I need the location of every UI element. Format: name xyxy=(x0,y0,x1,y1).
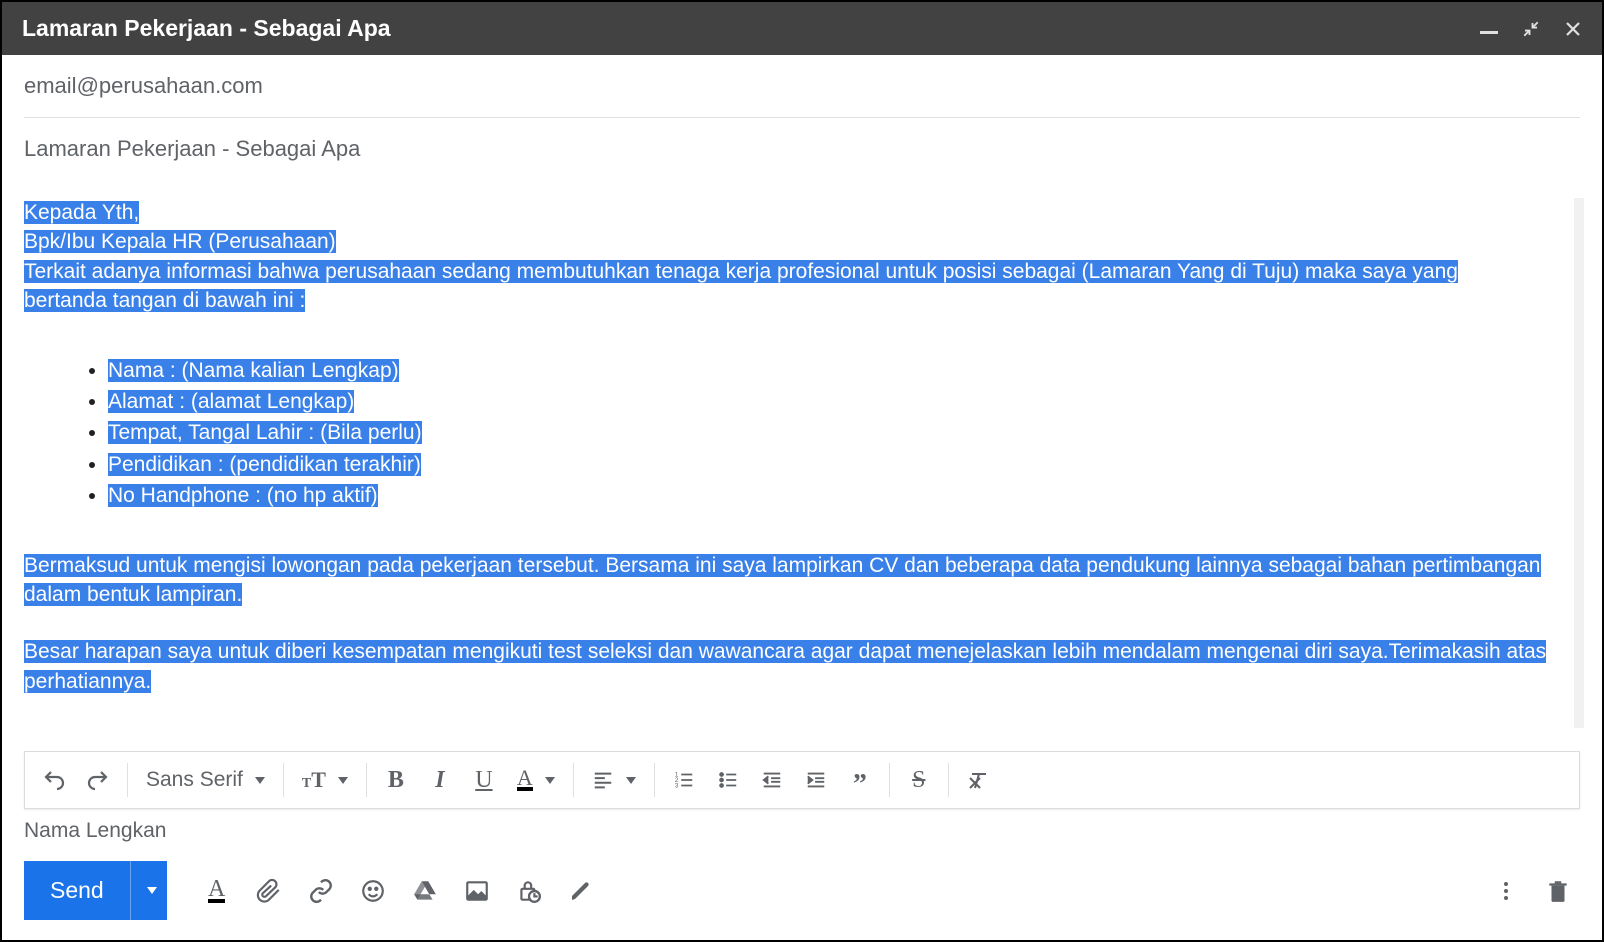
paperclip-icon xyxy=(256,878,282,904)
indent-more-icon xyxy=(805,769,827,791)
list-item: Tempat, Tangal Lahir : (Bila perlu) xyxy=(108,418,1572,447)
body-text: Bpk/Ibu Kepala HR (Perusahaan) xyxy=(24,230,336,253)
divider xyxy=(283,763,284,797)
bold-icon: B xyxy=(388,767,404,794)
window-titlebar: Lamaran Pekerjaan - Sebagai Apa xyxy=(2,2,1602,55)
formatting-toolbar: Sans Serif TT B I U A 123 xyxy=(24,751,1580,809)
font-size-icon: TT xyxy=(302,767,326,793)
divider xyxy=(948,763,949,797)
drive-icon xyxy=(412,878,438,904)
clipped-body-text: Nama Lengkan xyxy=(2,819,1602,847)
strike-icon: S xyxy=(912,767,925,794)
divider xyxy=(654,763,655,797)
insert-signature-button[interactable] xyxy=(559,869,603,913)
to-field[interactable]: email@perusahaan.com xyxy=(24,55,1580,118)
window-title: Lamaran Pekerjaan - Sebagai Apa xyxy=(22,15,391,42)
chevron-down-icon xyxy=(255,777,265,784)
lock-clock-icon xyxy=(516,878,542,904)
send-group: Send xyxy=(24,861,167,920)
pen-icon xyxy=(569,879,593,903)
divider xyxy=(127,763,128,797)
bold-button[interactable]: B xyxy=(375,759,417,801)
undo-icon xyxy=(42,768,66,792)
scrollbar[interactable] xyxy=(1574,198,1584,728)
clear-format-icon xyxy=(966,768,990,792)
redo-button[interactable] xyxy=(77,759,119,801)
indent-less-button[interactable] xyxy=(751,759,793,801)
bottom-toolbar: Send A xyxy=(2,847,1602,940)
ol-icon: 123 xyxy=(673,769,695,791)
list-item: Nama : (Nama kalian Lengkap) xyxy=(108,356,1572,385)
undo-button[interactable] xyxy=(33,759,75,801)
italic-button[interactable]: I xyxy=(419,759,461,801)
body-text: Besar harapan saya untuk diberi kesempat… xyxy=(24,640,1546,692)
compose-window: Lamaran Pekerjaan - Sebagai Apa email@pe… xyxy=(0,0,1604,942)
body-text: bertanda tangan di bawah ini : xyxy=(24,289,305,312)
bulleted-list-button[interactable] xyxy=(707,759,749,801)
kebab-icon xyxy=(1494,879,1518,903)
font-family-select[interactable]: Sans Serif xyxy=(136,759,275,801)
quote-icon: ” xyxy=(853,780,867,790)
trash-icon xyxy=(1545,878,1571,904)
send-button[interactable]: Send xyxy=(24,861,130,920)
image-icon xyxy=(464,878,490,904)
insert-photo-button[interactable] xyxy=(455,869,499,913)
divider xyxy=(366,763,367,797)
text-color-icon: A xyxy=(517,769,533,791)
formatting-options-button[interactable]: A xyxy=(195,869,239,913)
text-format-icon: A xyxy=(208,879,225,903)
chevron-down-icon xyxy=(338,777,348,784)
redo-icon xyxy=(86,768,110,792)
confidential-mode-button[interactable] xyxy=(507,869,551,913)
indent-more-button[interactable] xyxy=(795,759,837,801)
close-icon xyxy=(1564,20,1582,38)
attach-file-button[interactable] xyxy=(247,869,291,913)
send-options-button[interactable] xyxy=(130,861,167,920)
list-item: Pendidikan : (pendidikan terakhir) xyxy=(108,450,1572,479)
body-list: Nama : (Nama kalian Lengkap) Alamat : (a… xyxy=(108,356,1572,511)
numbered-list-button[interactable]: 123 xyxy=(663,759,705,801)
insert-emoji-button[interactable] xyxy=(351,869,395,913)
emoji-icon xyxy=(360,878,386,904)
collapse-icon xyxy=(1522,20,1540,38)
minimize-icon xyxy=(1480,31,1498,34)
underline-icon: U xyxy=(475,767,492,794)
body-text: Bermaksud untuk mengisi lowongan pada pe… xyxy=(24,554,1541,606)
indent-less-icon xyxy=(761,769,783,791)
divider xyxy=(573,763,574,797)
body-text: Terkait adanya informasi bahwa perusahaa… xyxy=(24,260,1458,283)
ul-icon xyxy=(717,769,739,791)
minimize-button[interactable] xyxy=(1480,17,1498,40)
font-size-button[interactable]: TT xyxy=(292,759,358,801)
svg-text:3: 3 xyxy=(675,782,679,789)
header-fields: email@perusahaan.com Lamaran Pekerjaan -… xyxy=(2,55,1602,180)
underline-button[interactable]: U xyxy=(463,759,505,801)
font-family-label: Sans Serif xyxy=(146,768,243,792)
body-content[interactable]: Kepada Yth, Bpk/Ibu Kepala HR (Perusahaa… xyxy=(24,198,1572,751)
close-button[interactable] xyxy=(1564,20,1582,38)
chevron-down-icon xyxy=(626,777,636,784)
list-item: Alamat : (alamat Lengkap) xyxy=(108,387,1572,416)
divider xyxy=(889,763,890,797)
window-controls xyxy=(1480,17,1582,40)
discard-draft-button[interactable] xyxy=(1536,869,1580,913)
remove-formatting-button[interactable] xyxy=(957,759,999,801)
chevron-down-icon xyxy=(545,777,555,784)
link-icon xyxy=(308,878,334,904)
more-options-button[interactable] xyxy=(1484,869,1528,913)
text-color-button[interactable]: A xyxy=(507,759,565,801)
quote-button[interactable]: ” xyxy=(839,759,881,801)
insert-drive-button[interactable] xyxy=(403,869,447,913)
exit-fullscreen-button[interactable] xyxy=(1522,20,1540,38)
align-button[interactable] xyxy=(582,759,646,801)
chevron-down-icon xyxy=(147,887,157,894)
list-item: No Handphone : (no hp aktif) xyxy=(108,481,1572,510)
subject-field[interactable]: Lamaran Pekerjaan - Sebagai Apa xyxy=(24,118,1580,180)
body-text: Kepada Yth, xyxy=(24,201,139,224)
message-body[interactable]: Kepada Yth, Bpk/Ibu Kepala HR (Perusahaa… xyxy=(2,180,1602,751)
strikethrough-button[interactable]: S xyxy=(898,759,940,801)
align-left-icon xyxy=(592,769,614,791)
italic-icon: I xyxy=(435,767,444,794)
insert-link-button[interactable] xyxy=(299,869,343,913)
